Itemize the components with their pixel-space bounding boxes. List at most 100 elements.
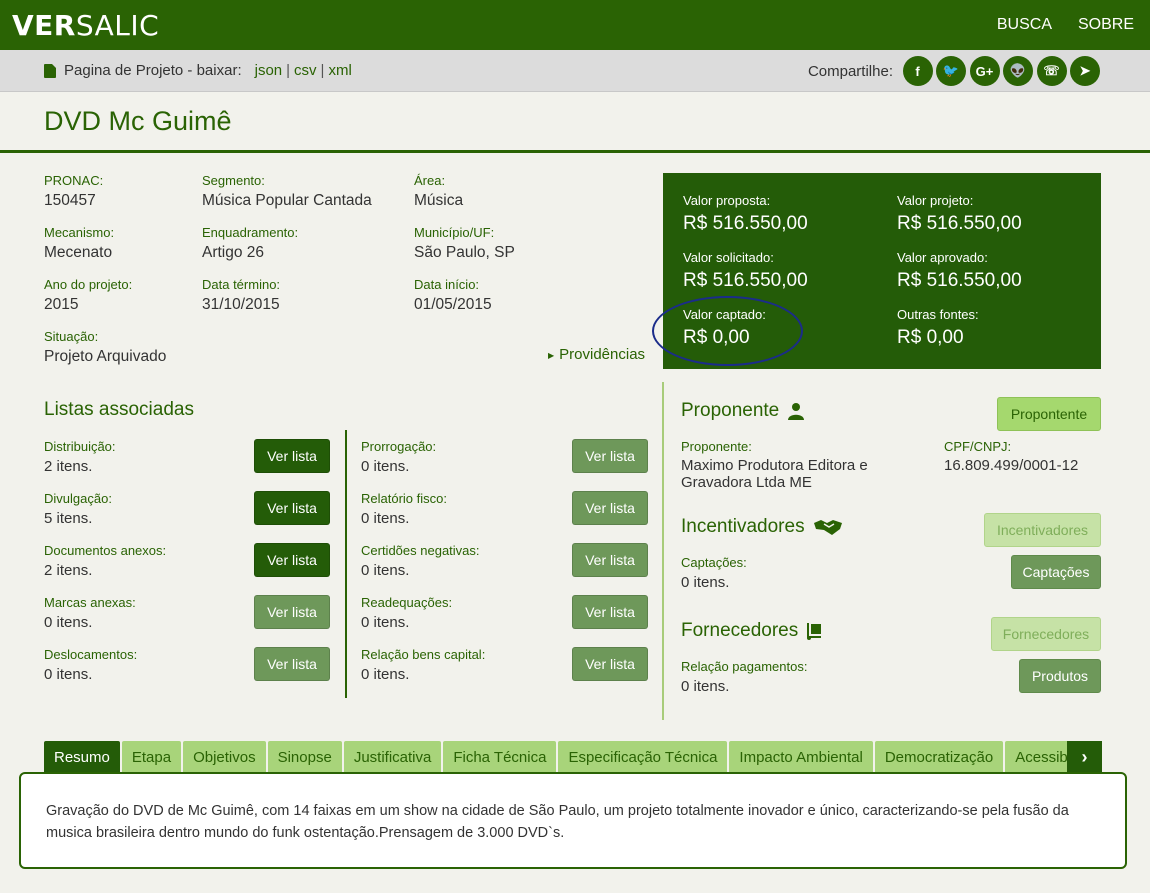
list-item-label: Divulgação: [44, 491, 112, 506]
ver-lista-relatorio-fisco-button[interactable]: Ver lista [572, 491, 648, 525]
tab-justificativa[interactable]: Justificativa [343, 741, 442, 773]
tab-bar: Resumo Etapa Objetivos Sinopse Justifica… [44, 741, 1102, 773]
whatsapp-icon[interactable]: ☏ [1036, 56, 1067, 86]
top-navbar: VERSALIC BUSCA SOBRE [0, 0, 1150, 50]
proponente-name-line: Maximo Produtora Editora e [681, 457, 868, 474]
field-label: Segmento: [202, 173, 265, 188]
list-item: Divulgação: 5 itens. [44, 491, 112, 528]
list-item-count: 2 itens. [44, 458, 93, 475]
value-projeto: Valor projeto: R$ 516.550,00 [897, 193, 1022, 236]
incentivadores-button[interactable]: Incentivadores [984, 513, 1101, 547]
ver-lista-divulgacao-button[interactable]: Ver lista [254, 491, 330, 525]
title-area: DVD Mc Guimê [0, 92, 1150, 153]
download-json-link[interactable]: json [255, 62, 283, 79]
tab-content-panel: Gravação do DVD de Mc Guimê, com 14 faix… [19, 772, 1127, 869]
handshake-icon [813, 520, 842, 535]
tab-impacto-ambiental[interactable]: Impacto Ambiental [729, 741, 873, 773]
field-ano: Ano do projeto: 2015 [44, 277, 132, 315]
value-label: Outras fontes: [897, 307, 979, 322]
value-proposta: Valor proposta: R$ 516.550,00 [683, 193, 808, 236]
field-data-inicio: Data início: 01/05/2015 [414, 277, 492, 315]
value-label: Valor aprovado: [897, 250, 988, 265]
ver-lista-readequacoes-button[interactable]: Ver lista [572, 595, 648, 629]
resumo-text: Gravação do DVD de Mc Guimê, com 14 faix… [46, 803, 1069, 841]
listas-title: Listas associadas [44, 399, 194, 420]
field-label: Proponente: [681, 439, 752, 454]
value-amount: R$ 516.550,00 [897, 213, 1022, 234]
tab-etapa[interactable]: Etapa [121, 741, 182, 773]
proponente-title: Proponente [681, 400, 805, 422]
list-item: Readequações: 0 itens. [361, 595, 452, 632]
share-label: Compartilhe: [807, 62, 893, 80]
nav-busca[interactable]: BUSCA [997, 16, 1052, 34]
tab-especificacao-tecnica[interactable]: Especificação Técnica [558, 741, 728, 773]
field-value: 0 itens. [681, 678, 730, 695]
fornecedores-button[interactable]: Fornecedores [991, 617, 1101, 651]
list-item: Marcas anexas: 0 itens. [44, 595, 136, 632]
list-item-label: Relatório fisco: [361, 491, 447, 506]
divider [345, 430, 347, 698]
field-label: Mecanismo: [44, 225, 115, 240]
reddit-icon[interactable]: 👽 [1003, 56, 1033, 86]
download-share-bar: Pagina de Projeto - baixar: json | csv |… [0, 50, 1150, 92]
list-item-label: Deslocamentos: [44, 647, 138, 662]
list-item-label: Readequações: [361, 595, 453, 610]
proponente-cnpj: CPF/CNPJ: 16.809.499/0001-12 [944, 439, 1078, 474]
list-item-count: 0 itens. [44, 666, 93, 683]
value-label: Valor solicitado: [683, 250, 774, 265]
section-title-label: Proponente [681, 400, 780, 421]
value-outras-fontes: Outras fontes: R$ 0,00 [897, 307, 979, 350]
tab-resumo[interactable]: Resumo [44, 741, 120, 773]
list-item-label: Marcas anexas: [44, 595, 136, 610]
value-amount: R$ 0,00 [897, 327, 964, 348]
field-value: 31/10/2015 [202, 296, 280, 313]
field-value: Artigo 26 [202, 244, 265, 261]
field-label: PRONAC: [44, 173, 104, 188]
field-value: 16.809.499/0001-12 [944, 457, 1079, 474]
ver-lista-bens-capital-button[interactable]: Ver lista [572, 647, 648, 681]
proponente-button[interactable]: Propontente [997, 397, 1101, 431]
list-item: Prorrogação: 0 itens. [361, 439, 436, 476]
ver-lista-prorrogacao-button[interactable]: Ver lista [572, 439, 648, 473]
field-data-termino: Data término: 31/10/2015 [202, 277, 280, 315]
field-label: Ano do projeto: [44, 277, 133, 292]
twitter-icon[interactable]: 🐦 [936, 56, 966, 86]
providencias-link[interactable]: ▶ Providências [548, 346, 645, 363]
ver-lista-marcas-button[interactable]: Ver lista [254, 595, 330, 629]
produtos-button[interactable]: Produtos [1019, 659, 1101, 693]
tab-objetivos[interactable]: Objetivos [183, 741, 266, 773]
download-links: Pagina de Projeto - baixar: json | csv |… [44, 62, 352, 79]
facebook-icon[interactable]: f [902, 56, 933, 86]
field-label: Enquadramento: [202, 225, 299, 240]
hand-drawn-circle-annotation [652, 296, 803, 366]
ver-lista-deslocamentos-button[interactable]: Ver lista [254, 647, 330, 681]
download-csv-link[interactable]: csv [294, 62, 317, 79]
separator: | [320, 62, 325, 79]
tab-democratizacao[interactable]: Democratização [874, 741, 1004, 773]
proponente-name-line: Gravadora Ltda ME [681, 474, 812, 491]
ver-lista-certidoes-button[interactable]: Ver lista [572, 543, 648, 577]
download-label: Pagina de Projeto - baixar: [64, 62, 242, 79]
google-plus-icon[interactable]: G+ [969, 56, 1000, 86]
user-icon [788, 403, 805, 420]
ver-lista-documentos-button[interactable]: Ver lista [254, 543, 330, 577]
fornecedores-title: Fornecedores [681, 620, 822, 642]
field-label: CPF/CNPJ: [944, 439, 1012, 454]
tab-sinopse[interactable]: Sinopse [267, 741, 342, 773]
field-segmento: Segmento: Música Popular Cantada [202, 173, 372, 211]
field-label: Relação pagamentos: [681, 659, 808, 674]
chevron-right-icon[interactable]: › [1067, 741, 1102, 773]
download-xml-link[interactable]: xml [328, 62, 351, 79]
list-item: Certidões negativas: 0 itens. [361, 543, 480, 580]
tab-ficha-tecnica[interactable]: Ficha Técnica [443, 741, 557, 773]
ver-lista-distribuicao-button[interactable]: Ver lista [254, 439, 330, 473]
field-label: Data início: [414, 277, 480, 292]
list-item-count: 0 itens. [361, 562, 410, 579]
field-value: 0 itens. [681, 574, 730, 591]
captacoes-button[interactable]: Captações [1011, 555, 1101, 589]
telegram-icon[interactable]: ➤ [1070, 56, 1100, 86]
nav-sobre[interactable]: SOBRE [1078, 16, 1134, 34]
providencias-label: Providências [559, 346, 646, 363]
field-value: 2015 [44, 296, 79, 313]
brand-logo[interactable]: VERSALIC [12, 9, 159, 42]
